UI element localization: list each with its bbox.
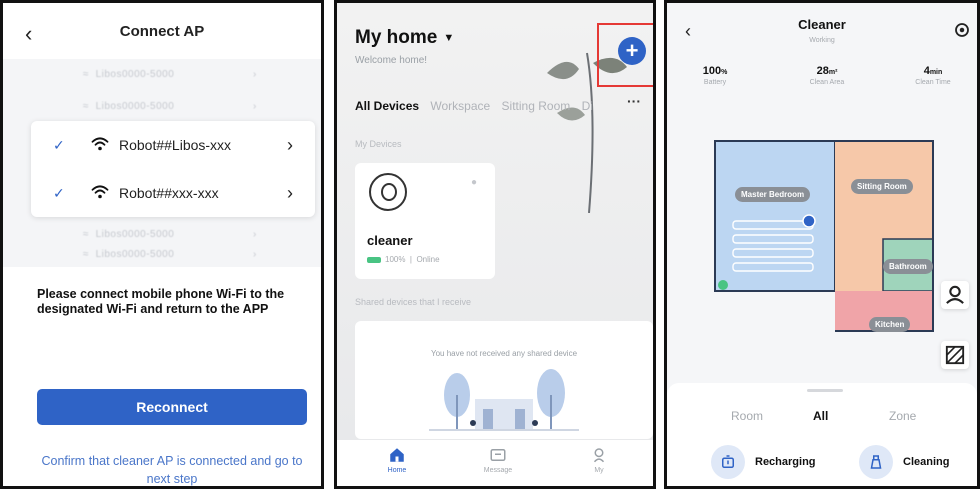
welcome-text: Welcome home! (355, 55, 428, 66)
chevron-right-icon: › (287, 182, 293, 203)
room-label-bathroom[interactable]: Bathroom (883, 259, 933, 274)
message-icon (490, 449, 506, 461)
wifi-icon (91, 137, 109, 151)
device-status: 100% | Online (367, 255, 440, 264)
nav-my[interactable]: My (569, 446, 629, 474)
network-ssid: Robot##xxx-xxx (119, 185, 219, 201)
floor-map-drawing (714, 140, 934, 332)
bottom-navigation: Home Message My (337, 440, 653, 486)
drag-handle[interactable] (807, 389, 843, 392)
my-home-screen: My home ▼ Welcome home! + All Devices Wor… (334, 0, 656, 489)
room-label-kitchen[interactable]: Kitchen (869, 317, 911, 332)
plus-icon: + (625, 38, 639, 63)
robot-locate-icon (946, 285, 964, 304)
network-list: ✓ Robot##Libos-xxx › ✓ Robot##xxx-xxx › (31, 121, 315, 217)
cleaning-icon (859, 445, 893, 479)
empty-state-illustration-icon (429, 369, 579, 431)
restricted-zone-button[interactable] (941, 341, 969, 369)
tab-dining[interactable]: Di (582, 99, 593, 113)
room-label-master-bedroom[interactable]: Master Bedroom (735, 187, 811, 202)
shared-devices-empty: You have not received any shared device (355, 321, 653, 439)
room-tabs: All Devices Workspace Sitting Room Di (355, 99, 601, 113)
network-list-item-blurred[interactable]: ≈ Libos0000-5000 › (83, 101, 256, 112)
page-title: Connect AP (119, 23, 205, 40)
chevron-right-icon: › (253, 69, 257, 80)
wifi-icon: ≈ (83, 229, 89, 240)
room-label-sitting-room[interactable]: Sitting Room (851, 179, 913, 194)
wifi-icon: ≈ (83, 101, 89, 112)
hatched-area-icon (945, 345, 965, 365)
clean-time-stat: 4min Clean Time (915, 65, 951, 86)
tab-sitting-room[interactable]: Sitting Room (502, 99, 571, 113)
tab-all-devices[interactable]: All Devices (355, 99, 419, 113)
tab-workspace[interactable]: Workspace (430, 99, 490, 113)
robot-vacuum-icon (369, 173, 407, 211)
nav-home[interactable]: Home (367, 446, 427, 474)
more-tabs-button[interactable]: ··· (627, 93, 641, 109)
cleaning-button[interactable]: Cleaning (859, 445, 949, 479)
header: ‹ Connect AP (3, 3, 321, 59)
network-ssid: Robot##Libos-xxx (119, 137, 232, 153)
section-label: Shared devices that I receive (355, 297, 472, 307)
chevron-right-icon: › (253, 249, 257, 260)
chevron-right-icon: › (287, 134, 293, 155)
check-icon: ✓ (53, 136, 65, 153)
device-card[interactable]: ● cleaner 100% | Online (355, 163, 495, 279)
locate-robot-button[interactable] (941, 281, 969, 309)
page-title: Cleaner (798, 17, 846, 32)
floor-map[interactable]: Master Bedroom Sitting Room Bathroom Kit… (713, 139, 935, 347)
check-icon: ✓ (53, 184, 65, 201)
network-list-item-blurred[interactable]: ≈ Libos0000-5000 › (83, 229, 256, 240)
battery-icon (367, 256, 381, 263)
profile-icon (593, 448, 605, 463)
mode-room[interactable]: Room (731, 409, 763, 423)
mode-zone[interactable]: Zone (889, 409, 916, 423)
settings-icon[interactable] (953, 21, 971, 39)
connect-ap-screen: ‹ Connect AP ≈ Libos0000-5000 › ≈ Libos0… (0, 0, 324, 489)
section-label: My Devices (355, 139, 402, 149)
home-selector[interactable]: My home ▼ (355, 27, 454, 49)
control-panel: Room All Zone Recharging Cleaning (667, 383, 977, 486)
recharging-button[interactable]: Recharging (711, 445, 816, 479)
network-list-item-blurred[interactable]: ≈ Libos0000-5000 › (83, 249, 256, 260)
add-device-button[interactable]: + (618, 37, 646, 65)
more-options-icon[interactable]: ● (471, 177, 477, 188)
wifi-icon: ≈ (83, 69, 89, 80)
wifi-icon: ≈ (83, 249, 89, 260)
recharge-icon (711, 445, 745, 479)
caret-down-icon: ▼ (443, 31, 455, 44)
battery-stat: 100% Battery (702, 65, 728, 86)
nav-message[interactable]: Message (468, 446, 528, 474)
device-state: Working (809, 37, 835, 44)
confirm-next-step-link[interactable]: Confirm that cleaner AP is connected and… (41, 452, 303, 486)
network-list-item[interactable]: ✓ Robot##xxx-xxx › (31, 169, 315, 217)
mode-all[interactable]: All (813, 409, 828, 423)
wifi-icon (91, 185, 109, 199)
chevron-right-icon: › (253, 101, 257, 112)
device-name: cleaner (367, 233, 413, 248)
chevron-right-icon: › (253, 229, 257, 240)
network-list-item-blurred[interactable]: ≈ Libos0000-5000 › (83, 69, 256, 80)
clean-area-stat: 28m² Clean Area (809, 65, 845, 86)
empty-state-text: You have not received any shared device (430, 349, 578, 358)
home-icon (390, 448, 404, 462)
network-list-item[interactable]: ✓ Robot##Libos-xxx › (31, 121, 315, 169)
reconnect-button[interactable]: Reconnect (37, 389, 307, 425)
instruction-message: Please connect mobile phone Wi-Fi to the… (37, 287, 285, 316)
cleaner-control-screen: ‹ Cleaner Working 100% Battery 28m² Clea… (664, 0, 980, 489)
